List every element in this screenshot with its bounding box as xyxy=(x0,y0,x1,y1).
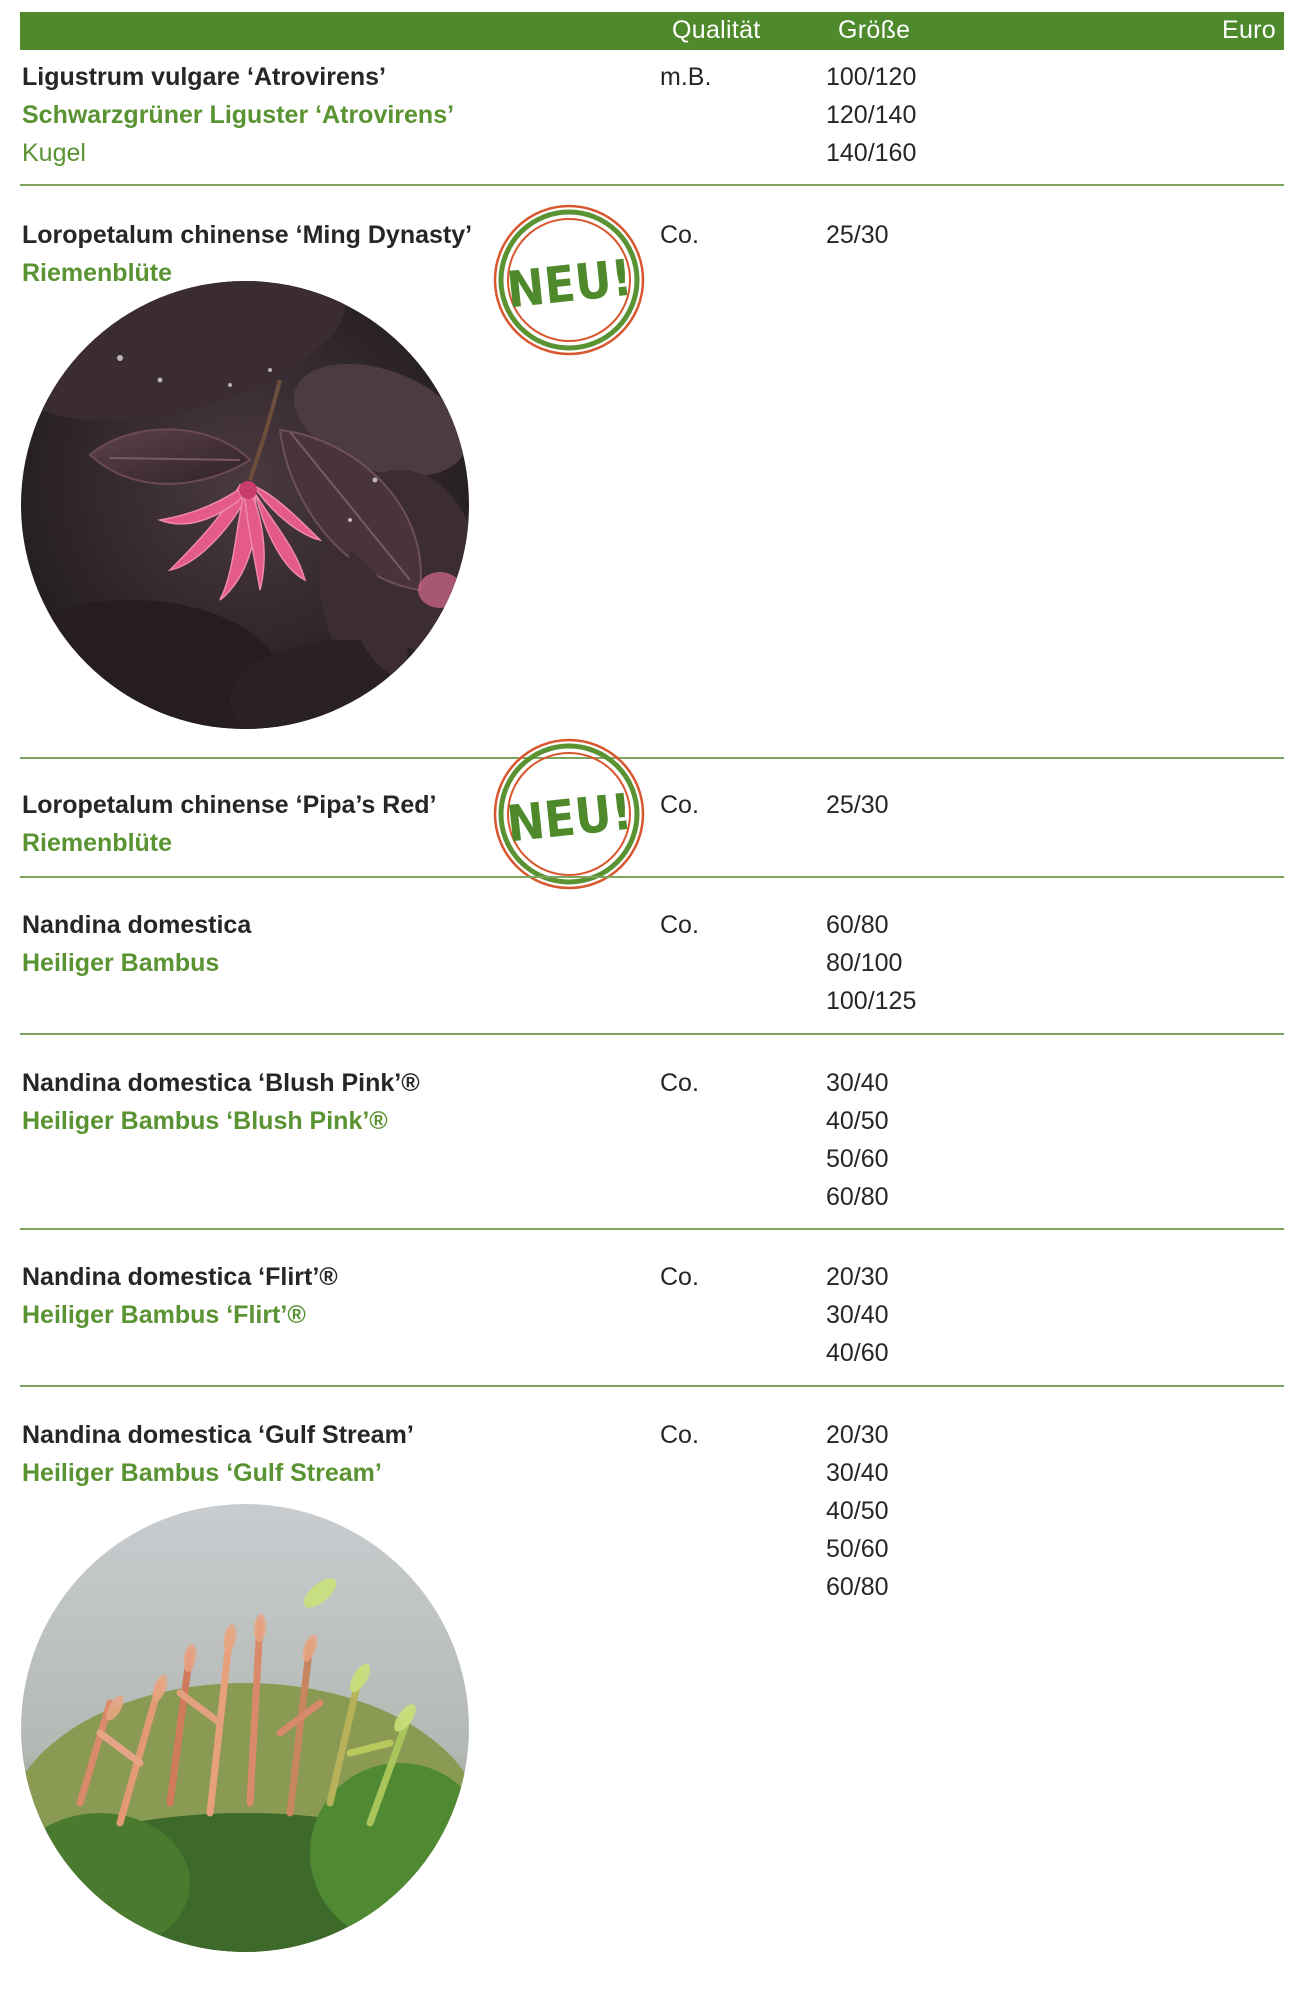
row-divider xyxy=(20,757,1284,759)
new-badge: NEU! xyxy=(493,738,645,890)
size-value: 40/60 xyxy=(826,1339,889,1367)
quality-value: Co. xyxy=(660,1069,699,1097)
size-value: 40/50 xyxy=(826,1107,889,1135)
size-value: 25/30 xyxy=(826,791,889,819)
size-list: 20/30 30/40 40/60 xyxy=(826,1262,889,1376)
quality-value: Co. xyxy=(660,911,699,939)
size-value: 20/30 xyxy=(826,1421,889,1449)
quality-value: Co. xyxy=(660,1421,699,1449)
loropetalum-flower-photo xyxy=(21,281,469,729)
size-value: 30/40 xyxy=(826,1459,889,1487)
common-name: Schwarzgrüner Liguster ‘Atrovirens’ xyxy=(22,101,455,129)
quality-column-header: Qualität xyxy=(672,16,761,44)
size-list: 25/30 xyxy=(826,220,889,258)
botanical-name: Nandina domestica ‘Flirt’® xyxy=(22,1263,338,1291)
size-value: 60/80 xyxy=(826,911,889,939)
price-column-header: Euro xyxy=(1221,16,1276,44)
nandina-shrub-photo xyxy=(21,1504,469,1952)
size-value: 20/30 xyxy=(826,1263,889,1291)
size-value: 120/140 xyxy=(826,101,917,129)
botanical-name: Ligustrum vulgare ‘Atrovirens’ xyxy=(22,63,386,91)
new-badge-label: NEU! xyxy=(504,249,635,320)
quality-value: Co. xyxy=(660,221,699,249)
size-value: 50/60 xyxy=(826,1145,889,1173)
size-value: 60/80 xyxy=(826,1573,889,1601)
size-list: 60/80 80/100 100/125 xyxy=(826,910,916,1024)
botanical-name: Nandina domestica ‘Gulf Stream’ xyxy=(22,1421,414,1449)
common-name: Riemenblüte xyxy=(22,829,173,857)
botanical-name: Loropetalum chinense ‘Ming Dynasty’ xyxy=(22,221,473,249)
quality-value: m.B. xyxy=(660,63,712,91)
row-divider xyxy=(20,876,1284,878)
common-name: Heiliger Bambus ‘Gulf Stream’ xyxy=(22,1459,382,1487)
row-divider xyxy=(20,1228,1284,1230)
quality-value: Co. xyxy=(660,1263,699,1291)
botanical-name: Loropetalum chinense ‘Pipa’s Red’ xyxy=(22,791,437,819)
quality-value: Co. xyxy=(660,791,699,819)
new-badge-label: NEU! xyxy=(504,783,635,854)
new-badge: NEU! xyxy=(493,204,645,356)
common-name: Heiliger Bambus ‘Blush Pink’® xyxy=(22,1107,388,1135)
size-value: 100/120 xyxy=(826,63,917,91)
size-value: 140/160 xyxy=(826,139,917,167)
form-note: Kugel xyxy=(22,139,86,167)
row-divider xyxy=(20,1033,1284,1035)
row-divider xyxy=(20,1385,1284,1387)
row-divider xyxy=(20,184,1284,186)
size-value: 30/40 xyxy=(826,1301,889,1329)
size-list: 100/120 120/140 140/160 xyxy=(826,62,916,176)
common-name: Heiliger Bambus xyxy=(22,949,220,977)
size-value: 25/30 xyxy=(826,221,889,249)
size-value: 30/40 xyxy=(826,1069,889,1097)
size-column-header: Größe xyxy=(838,16,911,44)
size-list: 30/40 40/50 50/60 60/80 xyxy=(826,1068,889,1220)
botanical-name: Nandina domestica ‘Blush Pink’® xyxy=(22,1069,420,1097)
size-value: 80/100 xyxy=(826,949,903,977)
size-list: 20/30 30/40 40/50 50/60 60/80 xyxy=(826,1420,889,1610)
size-list: 25/30 xyxy=(826,790,889,828)
size-value: 50/60 xyxy=(826,1535,889,1563)
botanical-name: Nandina domestica xyxy=(22,911,252,939)
table-header: Qualität Größe Euro xyxy=(20,12,1284,50)
size-value: 100/125 xyxy=(826,987,917,1015)
common-name: Heiliger Bambus ‘Flirt’® xyxy=(22,1301,306,1329)
size-value: 60/80 xyxy=(826,1183,889,1211)
size-value: 40/50 xyxy=(826,1497,889,1525)
